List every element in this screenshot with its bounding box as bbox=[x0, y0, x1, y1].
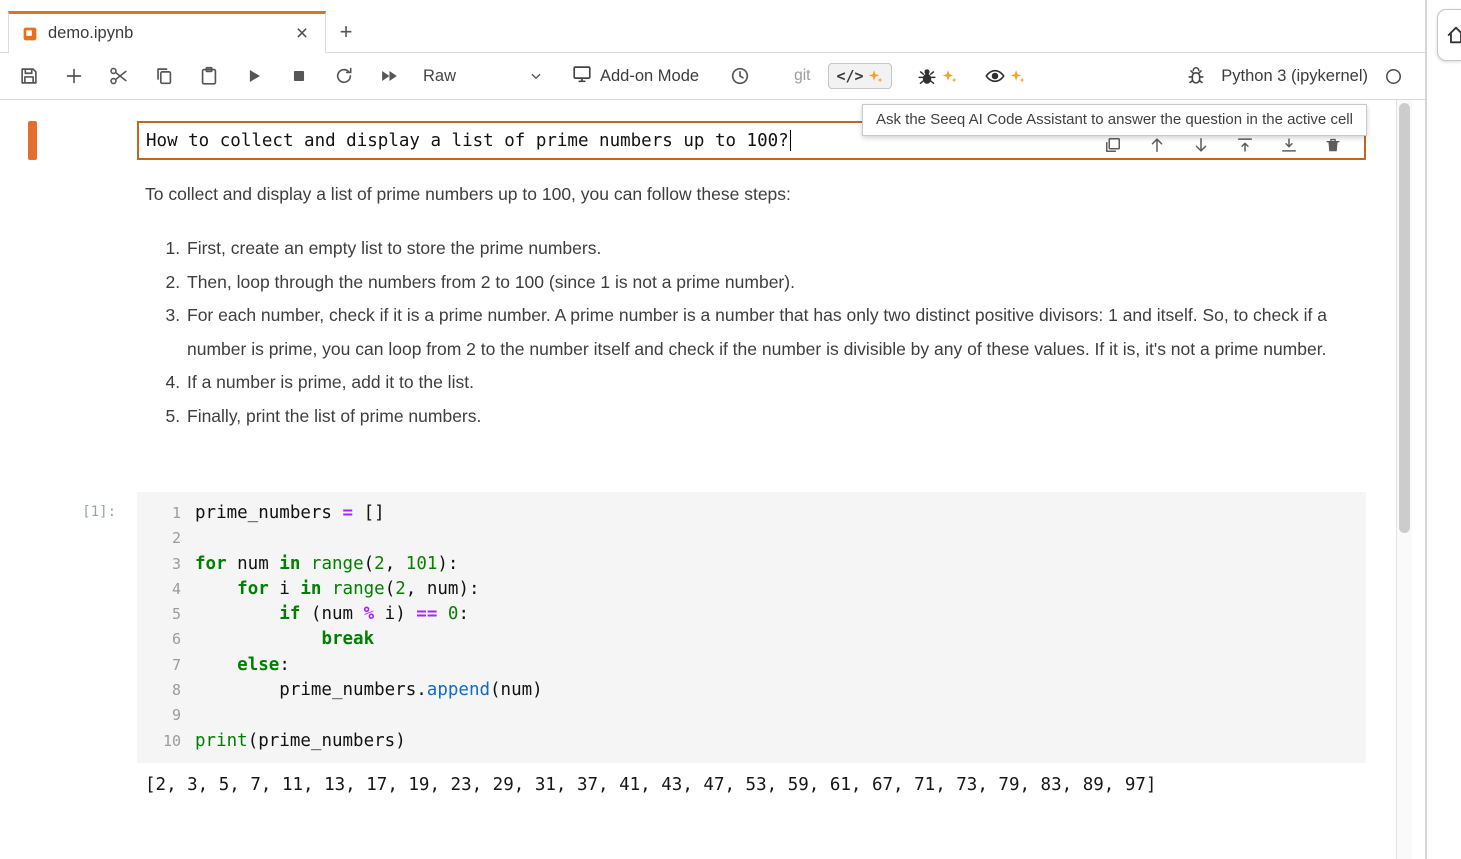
code-text: for num in range(2, 101): bbox=[195, 552, 458, 577]
active-cell-collapser[interactable] bbox=[28, 121, 37, 160]
addon-mode-button[interactable]: Add-on Mode bbox=[571, 63, 699, 90]
line-number: 5 bbox=[137, 602, 195, 627]
insert-cell-icon[interactable] bbox=[63, 65, 85, 87]
git-label[interactable]: git bbox=[794, 67, 810, 85]
close-tab-icon[interactable]: × bbox=[289, 21, 315, 47]
history-clock-icon[interactable] bbox=[729, 65, 751, 87]
move-cell-up-icon[interactable] bbox=[1147, 135, 1167, 155]
active-cell-text: How to collect and display a list of pri… bbox=[146, 131, 789, 151]
right-panel bbox=[1427, 0, 1461, 859]
code-line: 10print(prime_numbers) bbox=[137, 729, 1366, 754]
execution-count: [1]: bbox=[36, 504, 116, 520]
code-line: 8 prime_numbers.append(num) bbox=[137, 678, 1366, 703]
code-line: 7 else: bbox=[137, 653, 1366, 678]
code-line: 5 if (num % i) == 0: bbox=[137, 602, 1366, 627]
notebook-toolbar: Raw Add-on Mode git </> bbox=[0, 53, 1425, 100]
markdown-step: For each number, check if it is a prime … bbox=[185, 299, 1345, 366]
paste-cells-icon[interactable] bbox=[198, 65, 220, 87]
debugger-bug-icon[interactable] bbox=[1185, 65, 1207, 87]
scrollbar-thumb[interactable] bbox=[1399, 103, 1410, 533]
code-line: 4 for i in range(2, num): bbox=[137, 577, 1366, 602]
text-cursor bbox=[790, 130, 792, 151]
cell-toolbar bbox=[1103, 135, 1343, 155]
code-text: print(prime_numbers) bbox=[195, 729, 406, 754]
markdown-step: Then, loop through the numbers from 2 to… bbox=[185, 266, 1345, 300]
code-cell-output: [2, 3, 5, 7, 11, 13, 17, 19, 23, 29, 31,… bbox=[145, 772, 1156, 798]
code-text: for i in range(2, num): bbox=[195, 577, 480, 602]
code-line: 1prime_numbers = [] bbox=[137, 501, 1366, 526]
line-number: 6 bbox=[137, 627, 195, 652]
code-cell-editor[interactable]: 1prime_numbers = []23for num in range(2,… bbox=[137, 492, 1366, 763]
interrupt-kernel-icon[interactable] bbox=[288, 65, 310, 87]
code-icon: </> bbox=[836, 67, 863, 85]
restart-run-all-icon[interactable] bbox=[378, 65, 400, 87]
tab-title: demo.ipynb bbox=[48, 24, 289, 43]
markdown-output-cell[interactable]: To collect and display a list of prime n… bbox=[145, 180, 1345, 433]
code-text: else: bbox=[195, 653, 290, 678]
save-icon[interactable] bbox=[18, 65, 40, 87]
line-number: 8 bbox=[137, 678, 195, 703]
side-panel-home-button[interactable] bbox=[1437, 9, 1461, 61]
kernel-status-icon[interactable] bbox=[1384, 67, 1403, 86]
chevron-down-icon bbox=[527, 67, 545, 85]
markdown-step: Finally, print the list of prime numbers… bbox=[185, 400, 1345, 434]
line-number: 1 bbox=[137, 501, 195, 526]
code-text: prime_numbers = [] bbox=[195, 501, 385, 526]
code-text: if (num % i) == 0: bbox=[195, 602, 469, 627]
monitor-icon bbox=[571, 63, 593, 90]
line-number: 4 bbox=[137, 577, 195, 602]
line-number: 3 bbox=[137, 552, 195, 577]
ai-assistant-tooltip: Ask the Seeq AI Code Assistant to answer… bbox=[862, 104, 1367, 136]
cell-type-value: Raw bbox=[423, 67, 456, 86]
bug-icon bbox=[916, 65, 938, 87]
ai-code-assistant-button[interactable]: </> bbox=[828, 63, 891, 89]
line-number: 9 bbox=[137, 703, 195, 728]
insert-cell-above-icon[interactable] bbox=[1235, 135, 1255, 155]
ai-debug-button[interactable] bbox=[916, 65, 958, 87]
eye-icon bbox=[984, 65, 1006, 87]
restart-kernel-icon[interactable] bbox=[333, 65, 355, 87]
sparkle-icon bbox=[1009, 68, 1026, 85]
cell-type-dropdown[interactable]: Raw bbox=[423, 67, 545, 86]
insert-cell-below-icon[interactable] bbox=[1279, 135, 1299, 155]
move-cell-down-icon[interactable] bbox=[1191, 135, 1211, 155]
line-number: 7 bbox=[137, 653, 195, 678]
delete-cell-icon[interactable] bbox=[1323, 135, 1343, 155]
markdown-intro: To collect and display a list of prime n… bbox=[145, 180, 1345, 208]
line-number: 2 bbox=[137, 526, 195, 551]
code-line: 9 bbox=[137, 703, 1366, 728]
code-text: prime_numbers.append(num) bbox=[195, 678, 543, 703]
vertical-scrollbar[interactable] bbox=[1396, 100, 1412, 859]
tab-bar: demo.ipynb × + bbox=[0, 0, 1425, 53]
sparkle-icon bbox=[867, 68, 884, 85]
cut-cells-icon[interactable] bbox=[108, 65, 130, 87]
jupyter-notebook-app: demo.ipynb × + bbox=[0, 0, 1461, 859]
addon-mode-label: Add-on Mode bbox=[600, 67, 699, 86]
sparkle-icon bbox=[941, 68, 958, 85]
copy-cells-icon[interactable] bbox=[153, 65, 175, 87]
markdown-steps-list: First, create an empty list to store the… bbox=[145, 232, 1345, 433]
line-number: 10 bbox=[137, 729, 195, 754]
kernel-name[interactable]: Python 3 (ipykernel) bbox=[1221, 67, 1368, 86]
markdown-step: First, create an empty list to store the… bbox=[185, 232, 1345, 266]
notebook-file-icon bbox=[21, 25, 39, 43]
tab-demo-ipynb[interactable]: demo.ipynb × bbox=[8, 11, 326, 53]
code-text: break bbox=[195, 627, 374, 652]
code-line: 2 bbox=[137, 526, 1366, 551]
code-line: 6 break bbox=[137, 627, 1366, 652]
code-line: 3for num in range(2, 101): bbox=[137, 552, 1366, 577]
run-cell-icon[interactable] bbox=[243, 65, 265, 87]
new-tab-button[interactable]: + bbox=[331, 18, 361, 48]
duplicate-cell-icon[interactable] bbox=[1103, 135, 1123, 155]
markdown-step: If a number is prime, add it to the list… bbox=[185, 366, 1345, 400]
ai-review-button[interactable] bbox=[984, 65, 1026, 87]
